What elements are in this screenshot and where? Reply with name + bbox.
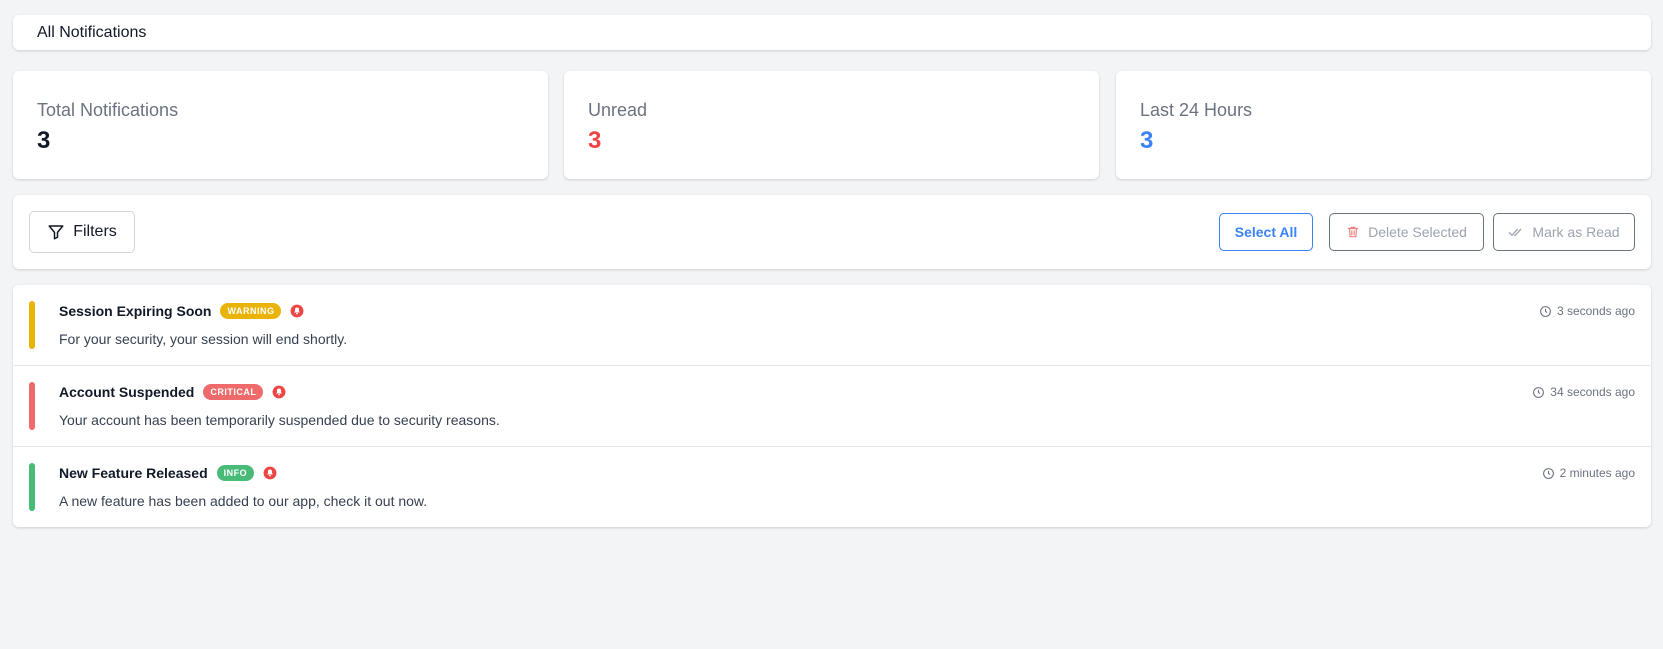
- severity-badge: INFO: [216, 465, 255, 481]
- stat-card-last-24h: Last 24 Hours 3: [1116, 71, 1651, 179]
- double-check-icon: [1509, 228, 1522, 236]
- stat-label: Total Notifications: [37, 100, 179, 120]
- stat-value: 3: [588, 127, 602, 154]
- severity-badge: WARNING: [220, 303, 282, 319]
- notification-time: 3 seconds ago: [1539, 304, 1635, 318]
- time-label: 3 seconds ago: [1556, 304, 1635, 318]
- stat-value: 3: [1140, 127, 1154, 154]
- bell-icon: [291, 304, 304, 318]
- severity-bar: [29, 301, 35, 349]
- severity-badge: CRITICAL: [203, 384, 264, 400]
- severity-bar: [29, 382, 35, 430]
- page-header: All Notifications: [13, 15, 1651, 50]
- filter-icon: [48, 225, 64, 240]
- page-title: All Notifications: [37, 23, 147, 41]
- stat-card-unread: Unread 3: [564, 71, 1099, 179]
- bell-icon: [272, 385, 286, 399]
- filters-button[interactable]: Filters: [29, 211, 135, 253]
- delete-selected-button[interactable]: Delete Selected: [1329, 213, 1484, 251]
- trash-icon: [1347, 226, 1359, 238]
- notification-message: For your security, your session will end…: [59, 331, 348, 347]
- notification-time: 2 minutes ago: [1542, 466, 1635, 480]
- toolbar: Filters Select All Delete Selected Mark …: [13, 195, 1651, 269]
- mark-as-read-button[interactable]: Mark as Read: [1493, 213, 1635, 251]
- notification-title: New Feature Released: [59, 465, 208, 481]
- notification-message: A new feature has been added to our app,…: [59, 493, 428, 509]
- select-all-button[interactable]: Select All: [1219, 213, 1313, 251]
- clock-icon: [1542, 467, 1554, 479]
- stat-label: Last 24 Hours: [1140, 100, 1253, 120]
- select-all-label: Select All: [1234, 224, 1298, 240]
- notification-item[interactable]: New Feature Released INFO A new feature …: [13, 447, 1651, 527]
- stat-label: Unread: [588, 100, 648, 120]
- time-label: 2 minutes ago: [1559, 466, 1635, 480]
- notification-item[interactable]: Account Suspended CRITICAL Your account …: [13, 366, 1651, 447]
- bell-icon: [263, 466, 277, 480]
- time-label: 34 seconds ago: [1550, 385, 1635, 399]
- notification-title: Session Expiring Soon: [59, 303, 212, 319]
- stat-card-total: Total Notifications 3: [13, 71, 548, 179]
- severity-bar: [29, 463, 35, 511]
- notification-time: 34 seconds ago: [1532, 385, 1635, 399]
- stat-value: 3: [37, 127, 51, 154]
- stats-row: Total Notifications 3 Unread 3 Last 24 H…: [13, 71, 1651, 179]
- notification-item[interactable]: Session Expiring Soon WARNING For your s…: [13, 285, 1651, 366]
- mark-as-read-label: Mark as Read: [1532, 224, 1620, 240]
- clock-icon: [1533, 386, 1545, 398]
- delete-selected-label: Delete Selected: [1368, 224, 1467, 240]
- notification-title: Account Suspended: [59, 384, 195, 400]
- clock-icon: [1540, 305, 1551, 317]
- notification-message: Your account has been temporarily suspen…: [59, 412, 500, 428]
- notification-list: Session Expiring Soon WARNING For your s…: [13, 285, 1651, 527]
- filters-label: Filters: [73, 223, 117, 240]
